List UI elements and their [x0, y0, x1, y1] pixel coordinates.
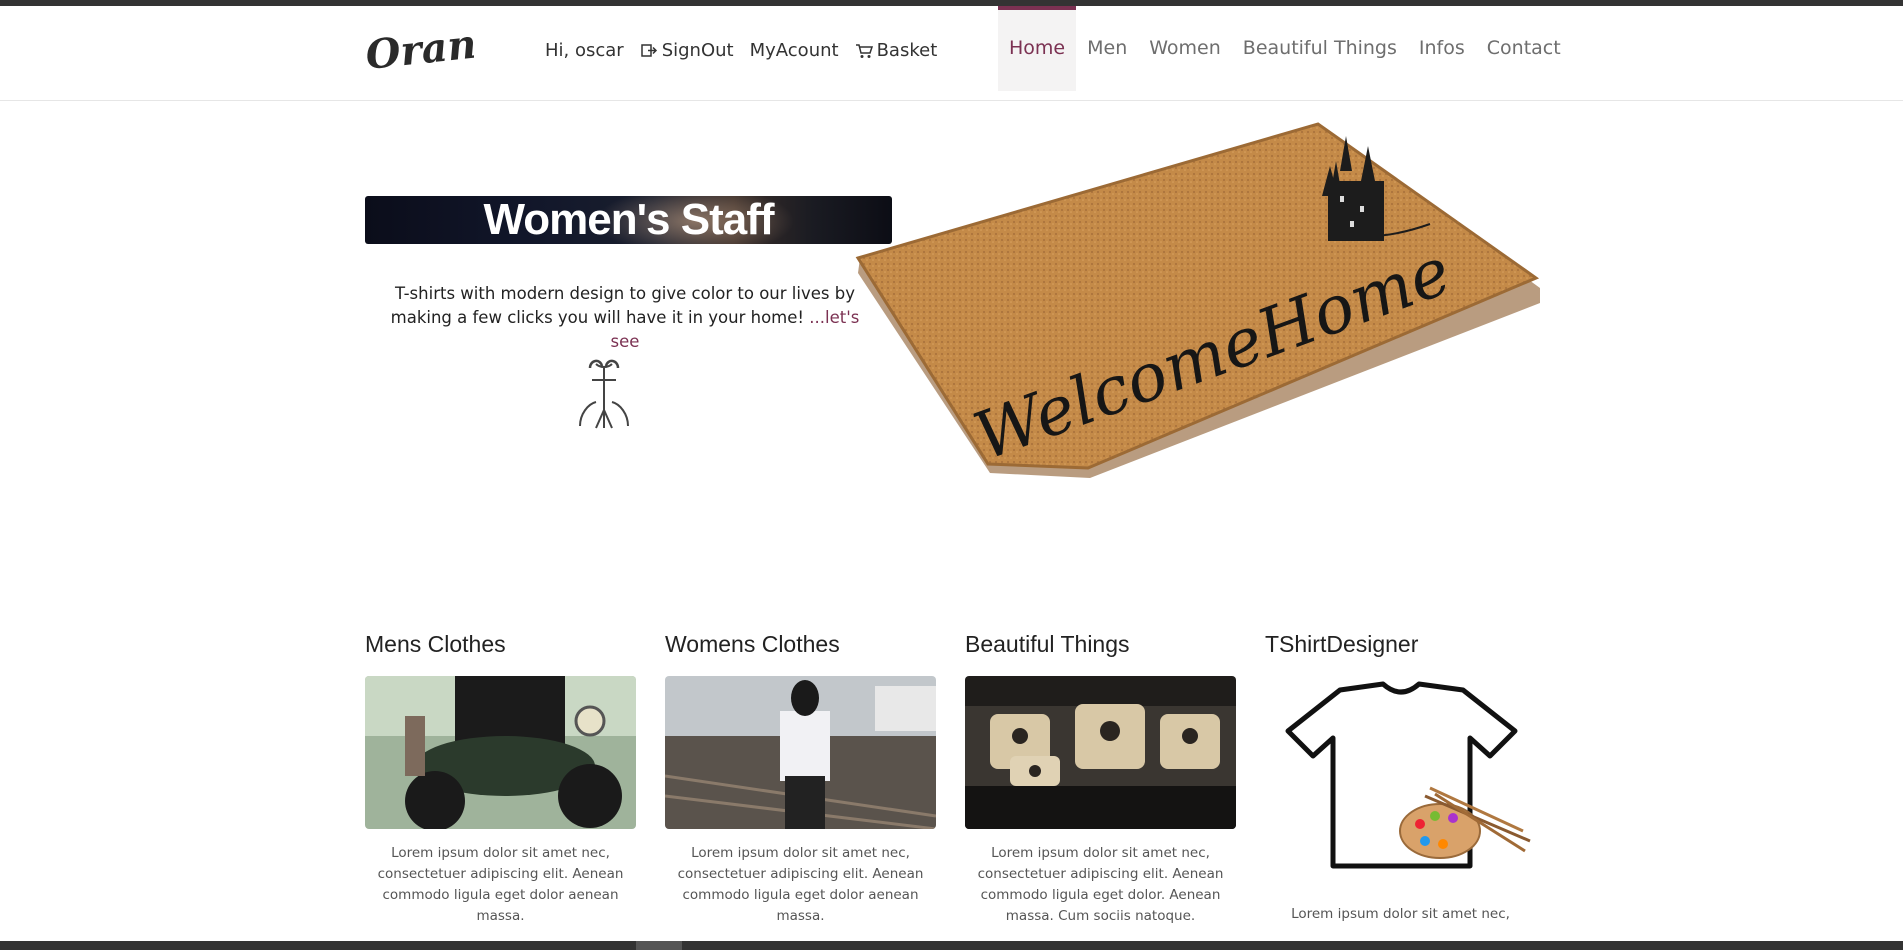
my-account-label: MyAcount — [749, 40, 839, 61]
user-greeting: Hi, oscar — [545, 40, 624, 61]
category-text: Lorem ipsum dolor sit amet nec, consecte… — [677, 845, 924, 924]
user-nav: Hi, oscar SignOut MyAcount Basket — [545, 40, 937, 61]
nav-contact[interactable]: Contact — [1476, 6, 1572, 91]
basket-icon — [855, 42, 873, 60]
main-nav: Home Men Women Beautiful Things Infos Co… — [998, 6, 1572, 91]
hero-description: T-shirts with modern design to give colo… — [375, 282, 875, 354]
signout-icon — [640, 42, 658, 60]
hero-banner: Women's Staff — [365, 196, 892, 244]
my-account-link[interactable]: MyAcount — [750, 40, 839, 61]
category-beautiful-things: Beautiful Things Lorem ipsum dolor sit a… — [965, 630, 1236, 927]
site-logo[interactable]: Orange — [363, 15, 531, 80]
nav-infos[interactable]: Infos — [1408, 6, 1476, 91]
site-header: Orange Hi, oscar SignOut MyAcount Basket… — [0, 6, 1903, 101]
category-text: Lorem ipsum dolor sit amet nec, consecte… — [977, 845, 1224, 924]
basket-label: Basket — [876, 40, 938, 61]
category-title[interactable]: Womens Clothes — [665, 630, 936, 666]
anchor-icon — [572, 354, 636, 430]
category-title[interactable]: TShirtDesigner — [1265, 630, 1536, 666]
nav-home[interactable]: Home — [998, 6, 1077, 91]
scrollbar-thumb[interactable] — [636, 941, 682, 950]
category-text: Lorem ipsum dolor sit amet nec, — [1291, 906, 1510, 922]
tshirt-designer-image[interactable] — [1265, 676, 1536, 876]
signout-label: SignOut — [661, 40, 734, 61]
basket-link[interactable]: Basket — [855, 40, 938, 61]
category-mens-clothes: Mens Clothes Lorem ipsum dolor sit amet … — [365, 630, 636, 927]
category-title[interactable]: Mens Clothes — [365, 630, 636, 666]
womens-clothes-image[interactable] — [665, 676, 936, 829]
horizontal-scrollbar[interactable] — [0, 941, 1903, 950]
category-title[interactable]: Beautiful Things — [965, 630, 1236, 666]
hero-text: T-shirts with modern design to give colo… — [390, 284, 855, 327]
nav-beautiful-things[interactable]: Beautiful Things — [1232, 6, 1408, 91]
hero-banner-title: Women's Staff — [483, 196, 774, 244]
svg-text:Orange: Orange — [364, 24, 474, 79]
nav-women[interactable]: Women — [1138, 6, 1232, 91]
mens-clothes-image[interactable] — [365, 676, 636, 829]
welcome-doormat-image: WelcomeHome — [850, 118, 1550, 488]
logo-graphic: Orange — [363, 15, 531, 79]
category-text: Lorem ipsum dolor sit amet nec, consecte… — [377, 845, 624, 924]
signout-link[interactable]: SignOut — [640, 40, 734, 61]
category-tshirt-designer: TShirtDesigner Lorem ipsum dolor sit ame… — [1265, 630, 1536, 925]
beautiful-things-image[interactable] — [965, 676, 1236, 829]
nav-men[interactable]: Men — [1076, 6, 1138, 91]
category-womens-clothes: Womens Clothes Lorem ipsum dolor sit ame… — [665, 630, 936, 927]
